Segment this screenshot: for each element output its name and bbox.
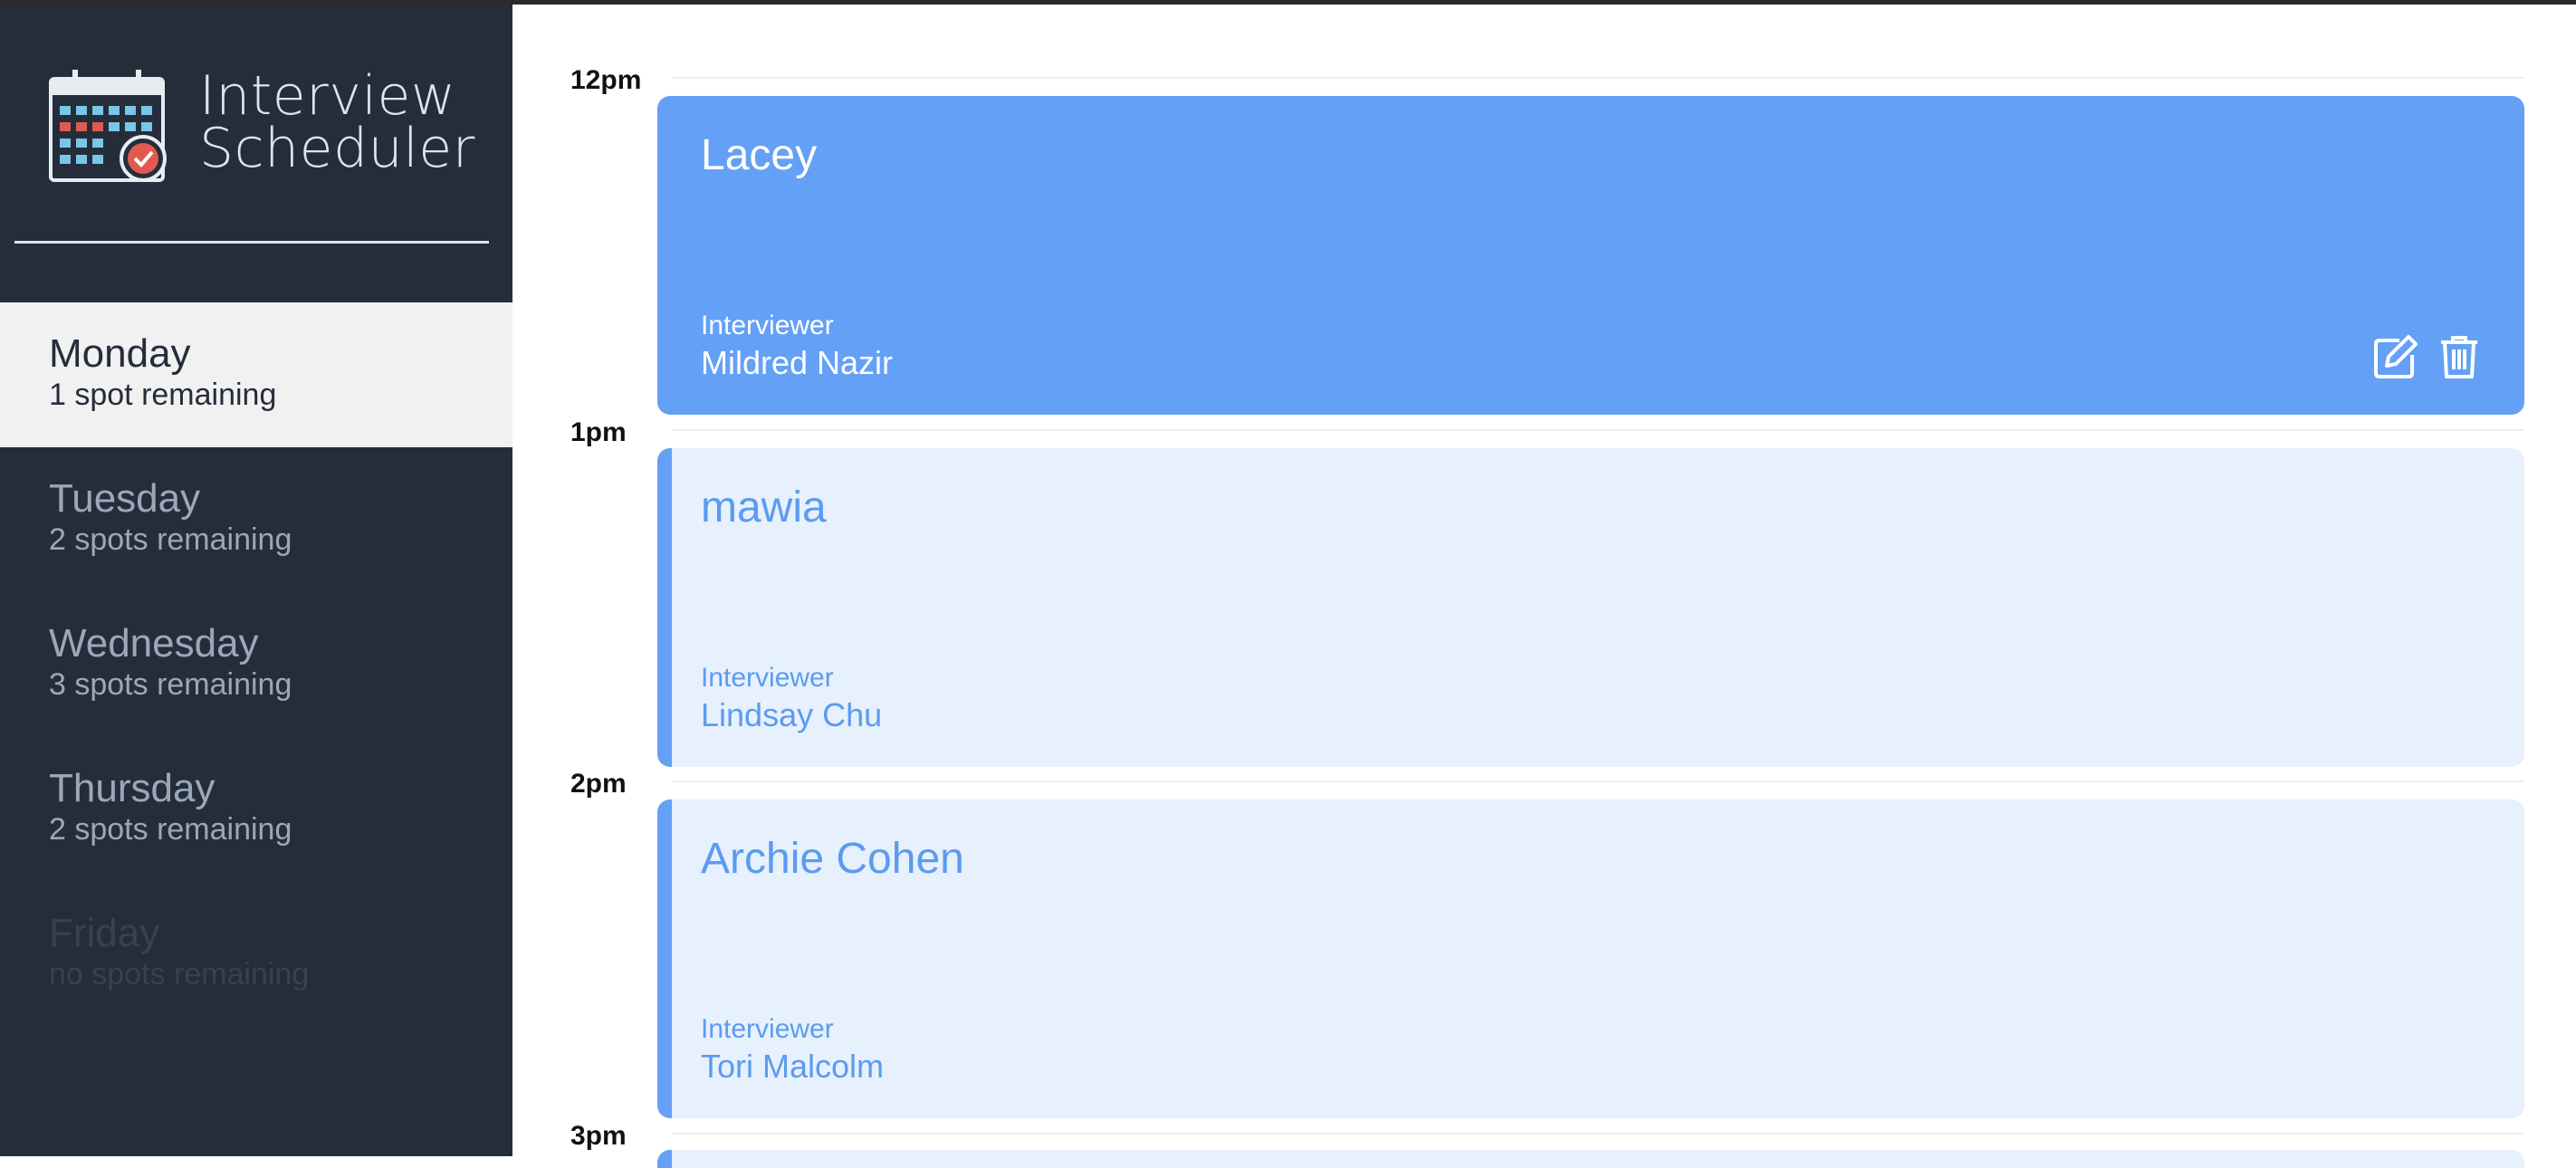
student-name: Archie Cohen xyxy=(701,835,964,883)
appointment-card[interactable]: mawia Interviewer Lindsay Chu xyxy=(657,448,2524,767)
day-item-tuesday[interactable]: Tuesday 2 spots remaining xyxy=(0,447,512,592)
appointment-card[interactable] xyxy=(657,1150,2524,1168)
hour-label: 2pm xyxy=(570,769,627,799)
interviewer-label: Interviewer xyxy=(701,311,834,340)
hour-divider xyxy=(672,77,2523,79)
hour-divider xyxy=(672,780,2523,782)
app-title-line2: Scheduler xyxy=(199,117,475,180)
appointment-card[interactable]: Lacey Interviewer Mildred Nazir xyxy=(657,96,2524,415)
day-item-monday[interactable]: Monday 1 spot remaining xyxy=(0,302,512,447)
hour-label: 1pm xyxy=(570,417,627,447)
day-name: Wednesday xyxy=(49,621,259,665)
day-name: Thursday xyxy=(49,766,215,810)
day-item-wednesday[interactable]: Wednesday 3 spots remaining xyxy=(0,592,512,737)
day-item-friday[interactable]: Friday no spots remaining xyxy=(0,882,512,1027)
hour-divider xyxy=(672,429,2523,431)
interviewer-name: Tori Malcolm xyxy=(701,1048,885,1085)
calendar-check-icon xyxy=(49,70,167,182)
interviewer-label: Interviewer xyxy=(701,663,834,693)
interviewer-name: Mildred Nazir xyxy=(701,344,894,381)
hour-divider xyxy=(672,1133,2523,1134)
student-name: Lacey xyxy=(701,131,818,179)
edit-icon[interactable] xyxy=(2372,333,2419,380)
interviewer-name: Lindsay Chu xyxy=(701,696,883,733)
day-item-thursday[interactable]: Thursday 2 spots remaining xyxy=(0,737,512,882)
divider xyxy=(14,241,489,244)
day-name: Tuesday xyxy=(49,476,201,521)
day-name: Friday xyxy=(49,911,160,955)
appointment-actions xyxy=(2372,333,2483,380)
hour-label: 3pm xyxy=(570,1121,627,1151)
student-name: mawia xyxy=(701,483,827,531)
app-title: Interview Scheduler xyxy=(199,64,475,180)
day-spots-remaining: 1 spot remaining xyxy=(49,378,277,412)
day-spots-remaining: no spots remaining xyxy=(49,957,310,991)
hour-label: 12pm xyxy=(570,65,642,95)
app-title-line1: Interview xyxy=(199,64,456,128)
day-spots-remaining: 2 spots remaining xyxy=(49,522,292,557)
day-spots-remaining: 3 spots remaining xyxy=(49,667,292,702)
sidebar: Interview Scheduler Monday 1 spot remain… xyxy=(0,5,512,1156)
appointment-card[interactable]: Archie Cohen Interviewer Tori Malcolm xyxy=(657,799,2524,1118)
trash-icon[interactable] xyxy=(2436,333,2483,380)
day-spots-remaining: 2 spots remaining xyxy=(49,812,292,847)
interviewer-label: Interviewer xyxy=(701,1014,834,1044)
day-name: Monday xyxy=(49,331,191,376)
